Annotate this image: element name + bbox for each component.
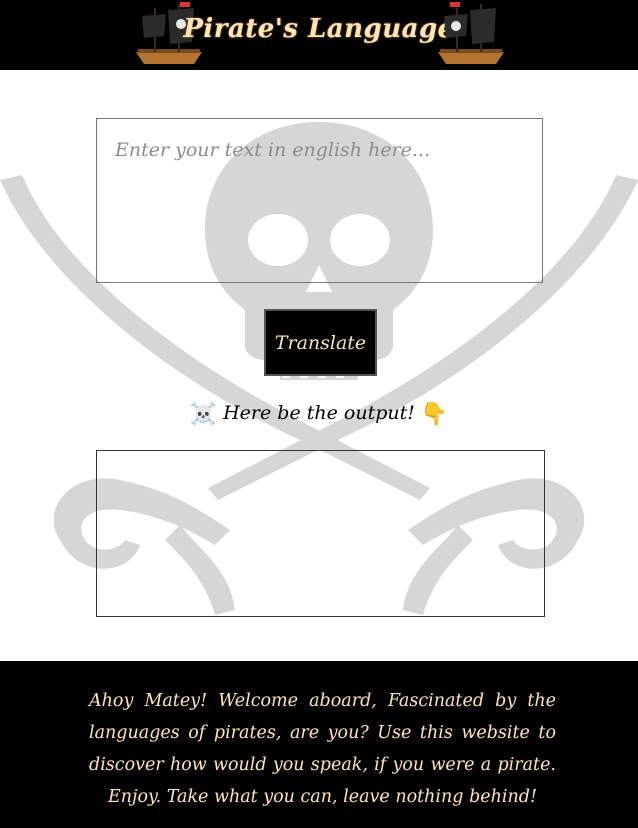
pointing-down-icon: 👇 (420, 402, 449, 427)
page: Pirate's Language Translate ☠️ Here be t… (0, 0, 638, 828)
page-title: Pirate's Language (183, 14, 455, 44)
pirate-ship-icon (438, 2, 504, 64)
english-text-input[interactable] (96, 118, 543, 283)
translation-output-box (96, 450, 545, 617)
skull-crossbones-icon: ☠️ (189, 402, 218, 427)
output-label-text: Here be the output! (223, 402, 415, 424)
footer: Ahoy Matey! Welcome aboard, Fascinated b… (0, 661, 638, 828)
output-label: ☠️ Here be the output! 👇 (0, 402, 638, 427)
translate-button[interactable]: Translate (264, 309, 377, 376)
header-bar: Pirate's Language (0, 0, 638, 70)
footer-welcome-text: Ahoy Matey! Welcome aboard, Fascinated b… (89, 691, 556, 807)
